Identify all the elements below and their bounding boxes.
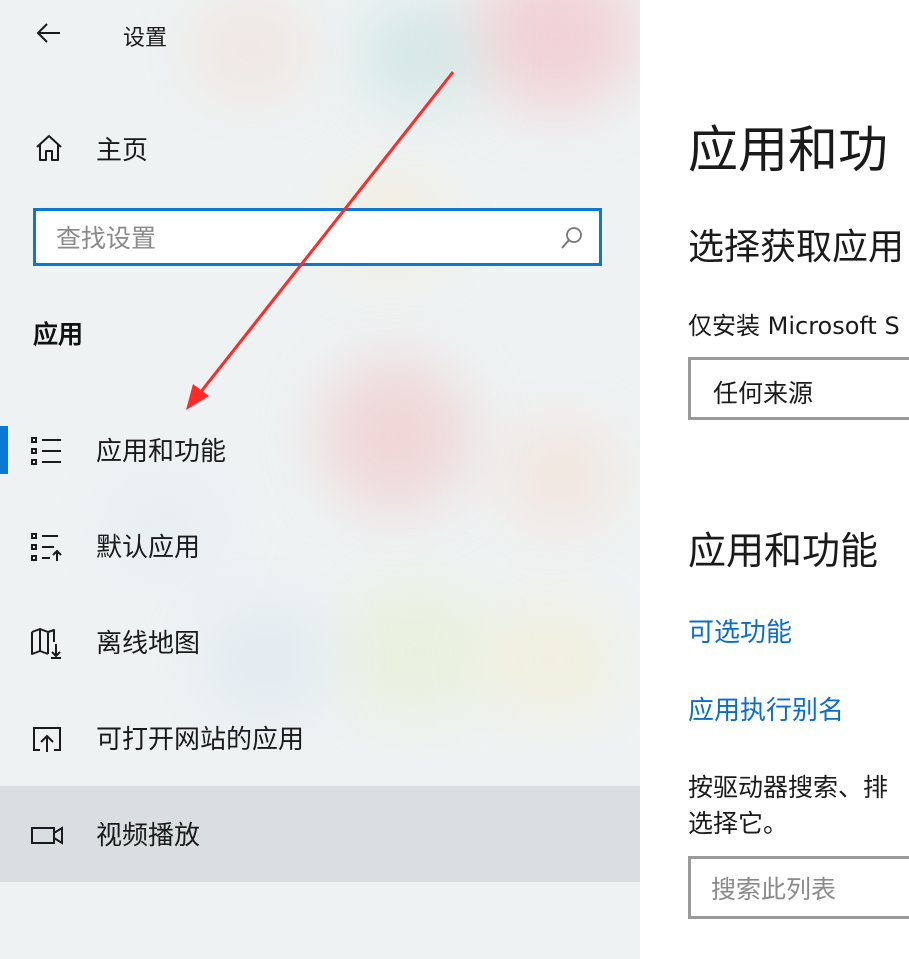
nav-label: 默认应用	[96, 533, 201, 563]
default-apps-icon	[30, 530, 64, 564]
description-line: 选择它。	[688, 809, 789, 838]
app-execution-aliases-link[interactable]: 应用执行别名	[688, 690, 844, 727]
background-blur	[190, 0, 310, 100]
settings-search-input[interactable]	[54, 219, 558, 257]
nav-item-offline-maps[interactable]: 离线地图	[0, 594, 640, 690]
install-source-dropdown[interactable]: 任何来源	[688, 357, 909, 420]
background-blur	[470, 0, 640, 110]
nav-label: 视频播放	[96, 821, 201, 851]
install-source-text: 仅安装 Microsoft S	[688, 312, 900, 340]
nav-item-video-playback[interactable]: 视频播放	[0, 786, 640, 882]
search-icon[interactable]	[559, 225, 585, 251]
home-icon	[34, 133, 64, 163]
settings-search-box[interactable]	[33, 208, 602, 266]
nav-item-default-apps[interactable]: 默认应用	[0, 498, 640, 594]
offline-maps-icon	[30, 626, 64, 660]
install-source-heading: 选择获取应用	[688, 227, 905, 268]
dropdown-value: 任何来源	[713, 379, 814, 408]
list-search-input[interactable]	[709, 871, 909, 907]
back-arrow-icon[interactable]	[34, 18, 64, 48]
home-label: 主页	[96, 136, 149, 166]
home-nav-item[interactable]: 主页	[0, 120, 640, 176]
video-playback-icon	[30, 818, 64, 852]
background-blur	[360, 0, 480, 110]
content-pane: 应用和功 选择获取应用 仅安装 Microsoft S 任何来源 应用和功能 可…	[640, 0, 909, 959]
apps-for-websites-icon	[30, 722, 64, 756]
window-title: 设置	[123, 26, 168, 51]
nav-item-apps-for-websites[interactable]: 可打开网站的应用	[0, 690, 640, 786]
nav-label: 离线地图	[96, 629, 201, 659]
nav-label: 可打开网站的应用	[96, 725, 305, 755]
optional-features-link[interactable]: 可选功能	[688, 612, 792, 649]
nav-label: 应用和功能	[96, 437, 227, 467]
apps-features-icon	[30, 434, 64, 468]
apps-features-heading: 应用和功能	[688, 529, 879, 573]
section-title: 应用	[33, 320, 84, 349]
description-line: 按驱动器搜索、排	[688, 773, 889, 802]
page-title: 应用和功	[688, 121, 888, 179]
selected-indicator	[0, 426, 8, 474]
list-search-box[interactable]	[688, 856, 909, 919]
settings-sidebar: 设置 主页 应用 应	[0, 0, 640, 959]
search-description: 按驱动器搜索、排 选择它。	[688, 770, 909, 842]
nav-item-apps-features[interactable]: 应用和功能	[0, 402, 640, 498]
